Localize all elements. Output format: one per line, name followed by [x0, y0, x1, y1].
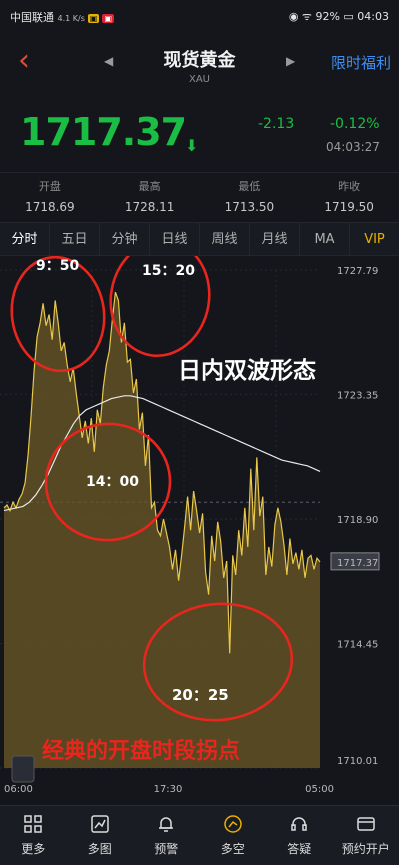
bell-icon — [159, 817, 174, 832]
quote-prev-close: 昨收 1719.50 — [324, 180, 374, 214]
headset-icon — [291, 817, 307, 831]
down-arrow-icon: ⬇ — [185, 136, 199, 155]
y-tick-label: 1718.90 — [337, 515, 378, 526]
y-axis-labels: 1727.79 1723.35 1718.90 1717.37 1714.45 1710.… — [330, 266, 380, 767]
nav-long-short[interactable]: 多空 — [200, 806, 267, 865]
quote-time: 04:03:27 — [326, 140, 380, 154]
quote-low: 最低 1713.50 — [224, 180, 275, 214]
tab-minute[interactable]: 分钟 — [100, 223, 150, 255]
multi-chart-icon — [91, 815, 109, 833]
wallet-icon — [357, 817, 375, 831]
annotation-time-3: 14：00 — [86, 474, 139, 490]
x-axis-labels: 06:00 17:30 05:00 — [4, 784, 334, 795]
tab-intraday[interactable]: 分时 — [0, 223, 50, 255]
price-change: -2.13 — [258, 116, 295, 132]
quote-high: 最高 1728.11 — [124, 180, 175, 214]
drawing-tool-icon[interactable] — [11, 755, 35, 783]
chart-tabs: 分时 五日 分钟 日线 周线 月线 MA VIP — [0, 222, 399, 256]
y-tick-label: 1717.37 — [337, 558, 378, 569]
app-icon: ▣ — [102, 14, 114, 23]
grid-icon — [24, 815, 42, 833]
bottom-nav: 更多 多图 预警 多空 答疑 预约开户 — [0, 805, 399, 865]
carrier: 中国联通 4.1 K/s ▣ ▣ — [10, 11, 114, 24]
annotation-time-1: 9：50 — [36, 258, 79, 274]
tab-5day[interactable]: 五日 — [50, 223, 100, 255]
quote-summary: 开盘 1718.69 最高 1728.11 最低 1713.50 昨收 1719.50 — [0, 172, 399, 220]
tab-vip[interactable]: VIP — [350, 223, 399, 255]
y-tick-label: 1727.79 — [337, 266, 378, 277]
nav-multi-chart[interactable]: 多图 — [67, 806, 134, 865]
annotation-footer: 经典的开盘时段拐点 — [42, 738, 240, 764]
tab-weekly[interactable]: 周线 — [200, 223, 250, 255]
next-symbol-icon[interactable]: ▶ — [286, 54, 295, 68]
nav-more[interactable]: 更多 — [0, 806, 67, 865]
nav-alert[interactable]: 预警 — [133, 806, 200, 865]
tab-ma[interactable]: MA — [300, 223, 350, 255]
x-tick-label: 05:00 — [305, 784, 334, 795]
nav-open-account[interactable]: 预约开户 — [333, 806, 399, 865]
header: ‹ ◀ 现货黄金 XAU ▶ 限时福利 — [0, 34, 399, 94]
x-tick-label: 17:30 — [154, 784, 183, 795]
nav-qa[interactable]: 答疑 — [266, 806, 333, 865]
compass-icon — [224, 815, 242, 833]
quote-open: 开盘 1718.69 — [25, 180, 75, 214]
promo-link[interactable]: 限时福利 — [331, 52, 391, 73]
x-tick-label: 06:00 — [4, 784, 33, 795]
last-price: 1717.37 — [20, 110, 187, 154]
annotation-headline: 日内双波形态 — [178, 357, 316, 384]
tab-monthly[interactable]: 月线 — [250, 223, 300, 255]
price-change-pct: -0.12% — [330, 116, 380, 132]
tab-daily[interactable]: 日线 — [150, 223, 200, 255]
status-right: ◉ ᯤ 92% ▭ 04:03 — [288, 10, 389, 23]
intraday-chart[interactable]: 1727.79 1723.35 1718.90 1717.37 1714.45 1710.… — [0, 256, 399, 800]
annotation-time-2: 15：20 — [142, 263, 195, 279]
y-tick-label: 1714.45 — [337, 640, 378, 651]
annotation-time-4: 20：25 — [172, 686, 229, 704]
notify-icon: ▣ — [87, 14, 100, 23]
y-tick-label: 1723.35 — [337, 390, 378, 401]
symbol-code: XAU — [188, 74, 210, 85]
y-tick-label: 1710.01 — [337, 756, 378, 767]
status-bar: 中国联通 4.1 K/s ▣ ▣ ◉ ᯤ 92% ▭ 04:03 — [0, 0, 399, 34]
